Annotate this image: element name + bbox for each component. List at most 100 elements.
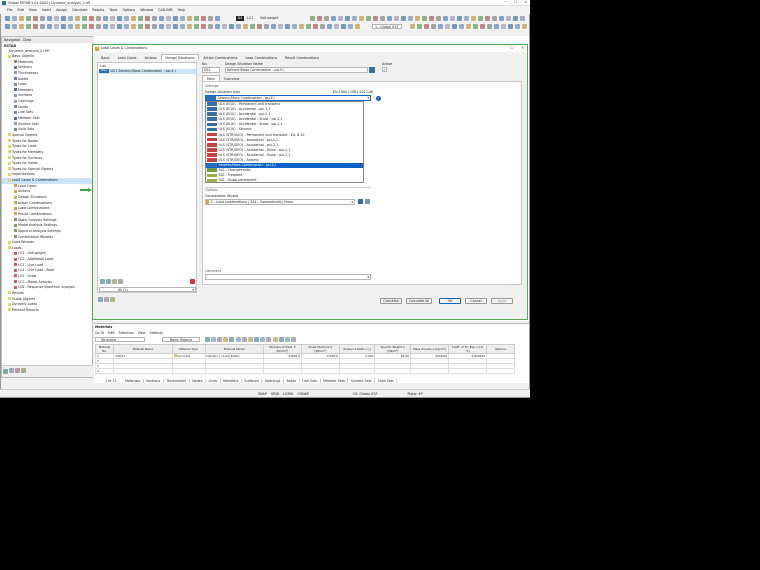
toolbar-button-icon[interactable] [249,24,255,29]
toolbar-button-icon[interactable] [207,16,213,21]
toolbar-button-icon[interactable] [421,16,427,21]
toolbar-button-icon[interactable] [60,24,66,29]
toolbar-icon[interactable] [216,337,222,342]
toolbar-button-icon[interactable] [214,16,220,21]
ds-type-option[interactable]: SLS - Quasi-permanent [206,178,363,183]
lc-name[interactable]: Self-weight [260,16,305,20]
toolbar-button-icon[interactable] [414,16,420,21]
column-header[interactable]: Material Type [171,344,206,354]
column-header[interactable]: Modulus of Elast. E [N/mm²] [262,344,302,354]
new-icon[interactable] [99,279,105,284]
toolbar-button-icon[interactable] [109,24,115,29]
toolbar-button-icon[interactable] [312,24,318,29]
toolbar-button-icon[interactable] [456,16,462,21]
toolbar-button-icon[interactable] [172,24,178,29]
calculate-button[interactable]: Calculate [380,298,402,304]
toolbar-button-icon[interactable] [486,24,492,29]
table-cell[interactable] [113,368,173,374]
toolbar-button-icon[interactable] [74,24,80,29]
toolbar-button-icon[interactable] [284,24,290,29]
display-tab-icon[interactable] [8,367,14,373]
info-icon[interactable]: i [376,95,381,101]
toolbar-button-icon[interactable] [340,24,346,29]
status-toggle[interactable]: OSNAP [297,392,308,396]
toolbar-button-icon[interactable] [186,24,192,29]
minimize-icon[interactable]: ─ [504,0,506,4]
menu-item[interactable]: Results [92,8,104,12]
lc-id[interactable]: LC1 [247,16,253,20]
toolbar-button-icon[interactable] [358,16,364,21]
toolbar-icon[interactable] [223,337,229,342]
table-cell[interactable]: 4 [94,368,115,374]
active-checkbox[interactable]: ✓ [382,67,387,72]
toolbar-button-icon[interactable] [81,16,87,21]
table-cell[interactable] [300,368,340,374]
column-header[interactable]: Coeff. of Th. Exp. α [1/°C] [447,344,488,354]
help-icon[interactable] [97,297,103,302]
menu-item[interactable]: Edit [18,8,24,12]
dialog-close-icon[interactable]: ✕ [521,46,524,50]
toolbar-button-icon[interactable] [102,24,108,29]
toolbar-button-icon[interactable] [186,16,192,21]
close-icon[interactable]: ✕ [524,0,527,4]
toolbar-button-icon[interactable] [351,16,357,21]
toolbar-button-icon[interactable] [316,16,322,21]
toolbar-button-icon[interactable] [256,24,262,29]
toolbar-button-icon[interactable] [102,16,108,21]
toolbar-button-icon[interactable] [477,16,483,21]
toolbar-button-icon[interactable] [123,16,129,21]
toolbar-button-icon[interactable] [470,16,476,21]
toolbar-button-icon[interactable] [4,24,10,29]
toolbar-button-icon[interactable] [116,16,122,21]
column-header[interactable]: Options [486,344,515,354]
cancel-button[interactable]: Cancel [465,298,487,304]
data-tab-icon[interactable] [2,369,8,374]
edit-name-icon[interactable] [369,67,375,73]
toolbar-button-icon[interactable] [109,16,115,21]
toolbar-icon[interactable] [285,337,291,342]
toolbar-button-icon[interactable] [500,24,506,29]
toolbar-button-icon[interactable] [379,16,385,21]
toolbar-button-icon[interactable] [451,24,457,29]
toolbar-button-icon[interactable] [95,16,101,21]
materials-filter[interactable]: Structure [95,337,145,342]
toolbar-button-icon[interactable] [207,24,213,29]
toolbar-button-icon[interactable] [519,16,525,21]
toolbar-button-icon[interactable] [4,16,10,21]
toolbar-button-icon[interactable] [32,24,38,29]
status-toggle[interactable]: GRID [271,392,279,396]
toolbar-button-icon[interactable] [165,16,171,21]
toolbar-icon[interactable] [291,337,297,342]
tab-load-combinations[interactable]: Load Combinations [241,55,281,61]
table-cell[interactable] [171,368,206,374]
toolbar-button-icon[interactable] [137,24,143,29]
pager[interactable]: 1 of 13 [105,379,117,383]
toolbar-icon[interactable] [272,337,278,342]
edit-wizard-icon[interactable] [358,199,363,204]
table-cell[interactable] [204,368,264,374]
materials-menu-item[interactable]: Selection [118,331,133,335]
toolbar-button-icon[interactable] [88,24,94,29]
tab-openings[interactable]: Openings [262,379,284,383]
toolbar-button-icon[interactable] [333,24,339,29]
tab-sections[interactable]: Sections [143,379,164,383]
list-item-ds1[interactable]: DS1 DS1 Seismic/Mass Combination - psi-E,… [99,69,196,74]
materials-menu-item[interactable]: Edit [108,331,114,335]
toolbar-button-icon[interactable] [449,16,455,21]
calculate-all-button[interactable]: Calculate All [406,298,432,304]
toolbar-button-icon[interactable] [409,24,415,29]
tab-surface-sets[interactable]: Surface Sets [348,379,376,383]
toolbar-button-icon[interactable] [512,16,518,21]
status-toggle[interactable]: LGRID [283,392,293,396]
toolbar-button-icon[interactable] [130,24,136,29]
table-cell[interactable] [338,368,376,374]
column-header[interactable]: Material Model [204,344,264,354]
toolbar-button-icon[interactable] [344,16,350,21]
tab-line-sets[interactable]: Line Sets [299,379,321,383]
table-cell[interactable] [262,368,302,374]
toolbar-button-icon[interactable] [18,24,24,29]
toolbar-button-icon[interactable] [365,16,371,21]
toolbar-button-icon[interactable] [235,24,241,29]
toolbar-button-icon[interactable] [32,16,38,21]
toolbar-button-icon[interactable] [46,24,52,29]
